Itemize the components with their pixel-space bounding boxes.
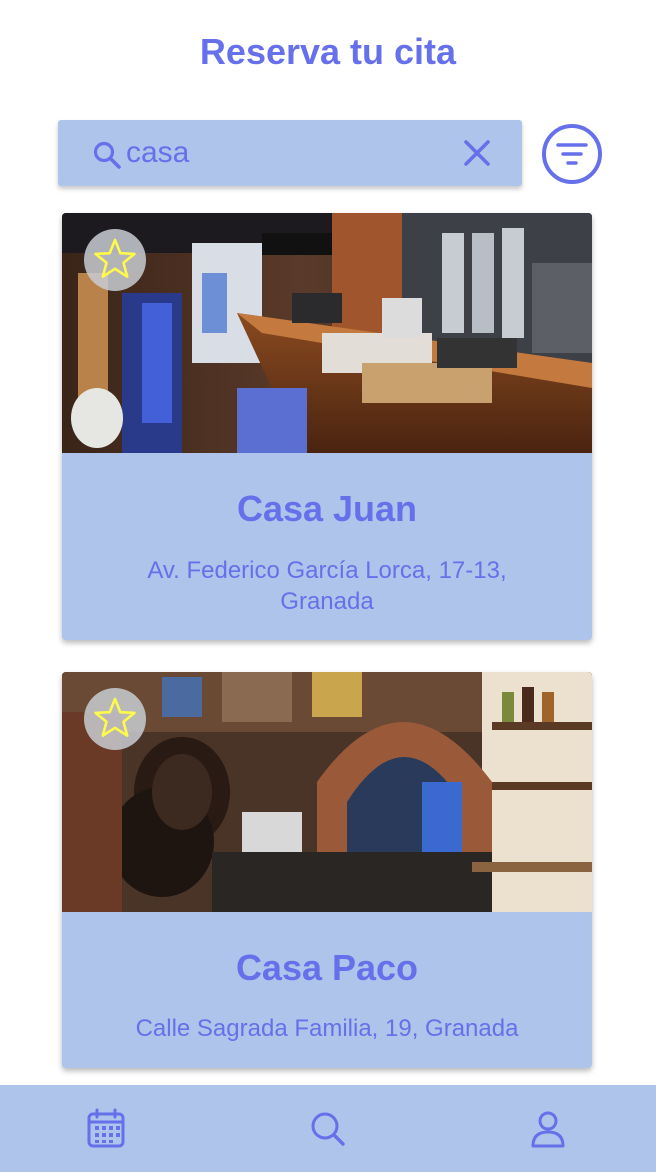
star-icon bbox=[94, 697, 136, 737]
favorite-button[interactable] bbox=[84, 688, 146, 750]
star-icon bbox=[94, 238, 136, 278]
restaurant-card[interactable]: Casa Juan Av. Federico García Lorca, 17-… bbox=[62, 213, 592, 640]
search-input[interactable] bbox=[126, 132, 456, 174]
search-bar[interactable] bbox=[58, 120, 522, 186]
filter-button[interactable] bbox=[542, 124, 602, 184]
favorite-button[interactable] bbox=[84, 229, 146, 291]
search-icon[interactable] bbox=[306, 1107, 350, 1151]
restaurant-name: Casa Paco bbox=[235, 947, 419, 988]
restaurant-address: Calle Sagrada Familia, 19, Granada bbox=[135, 1015, 519, 1042]
bottom-nav bbox=[0, 1085, 656, 1172]
restaurant-card[interactable]: Casa Paco Calle Sagrada Familia, 19, Gra… bbox=[62, 672, 592, 1068]
calendar-icon[interactable] bbox=[85, 1107, 129, 1151]
filter-icon bbox=[556, 143, 588, 165]
user-icon[interactable] bbox=[526, 1107, 570, 1151]
close-icon[interactable] bbox=[462, 138, 492, 168]
restaurant-name: Casa Juan bbox=[236, 488, 418, 529]
page-title: Reserva tu cita bbox=[199, 31, 457, 72]
restaurant-address: Av. Federico García Lorca, 17-13, Granad… bbox=[147, 557, 507, 615]
search-icon bbox=[93, 141, 121, 169]
